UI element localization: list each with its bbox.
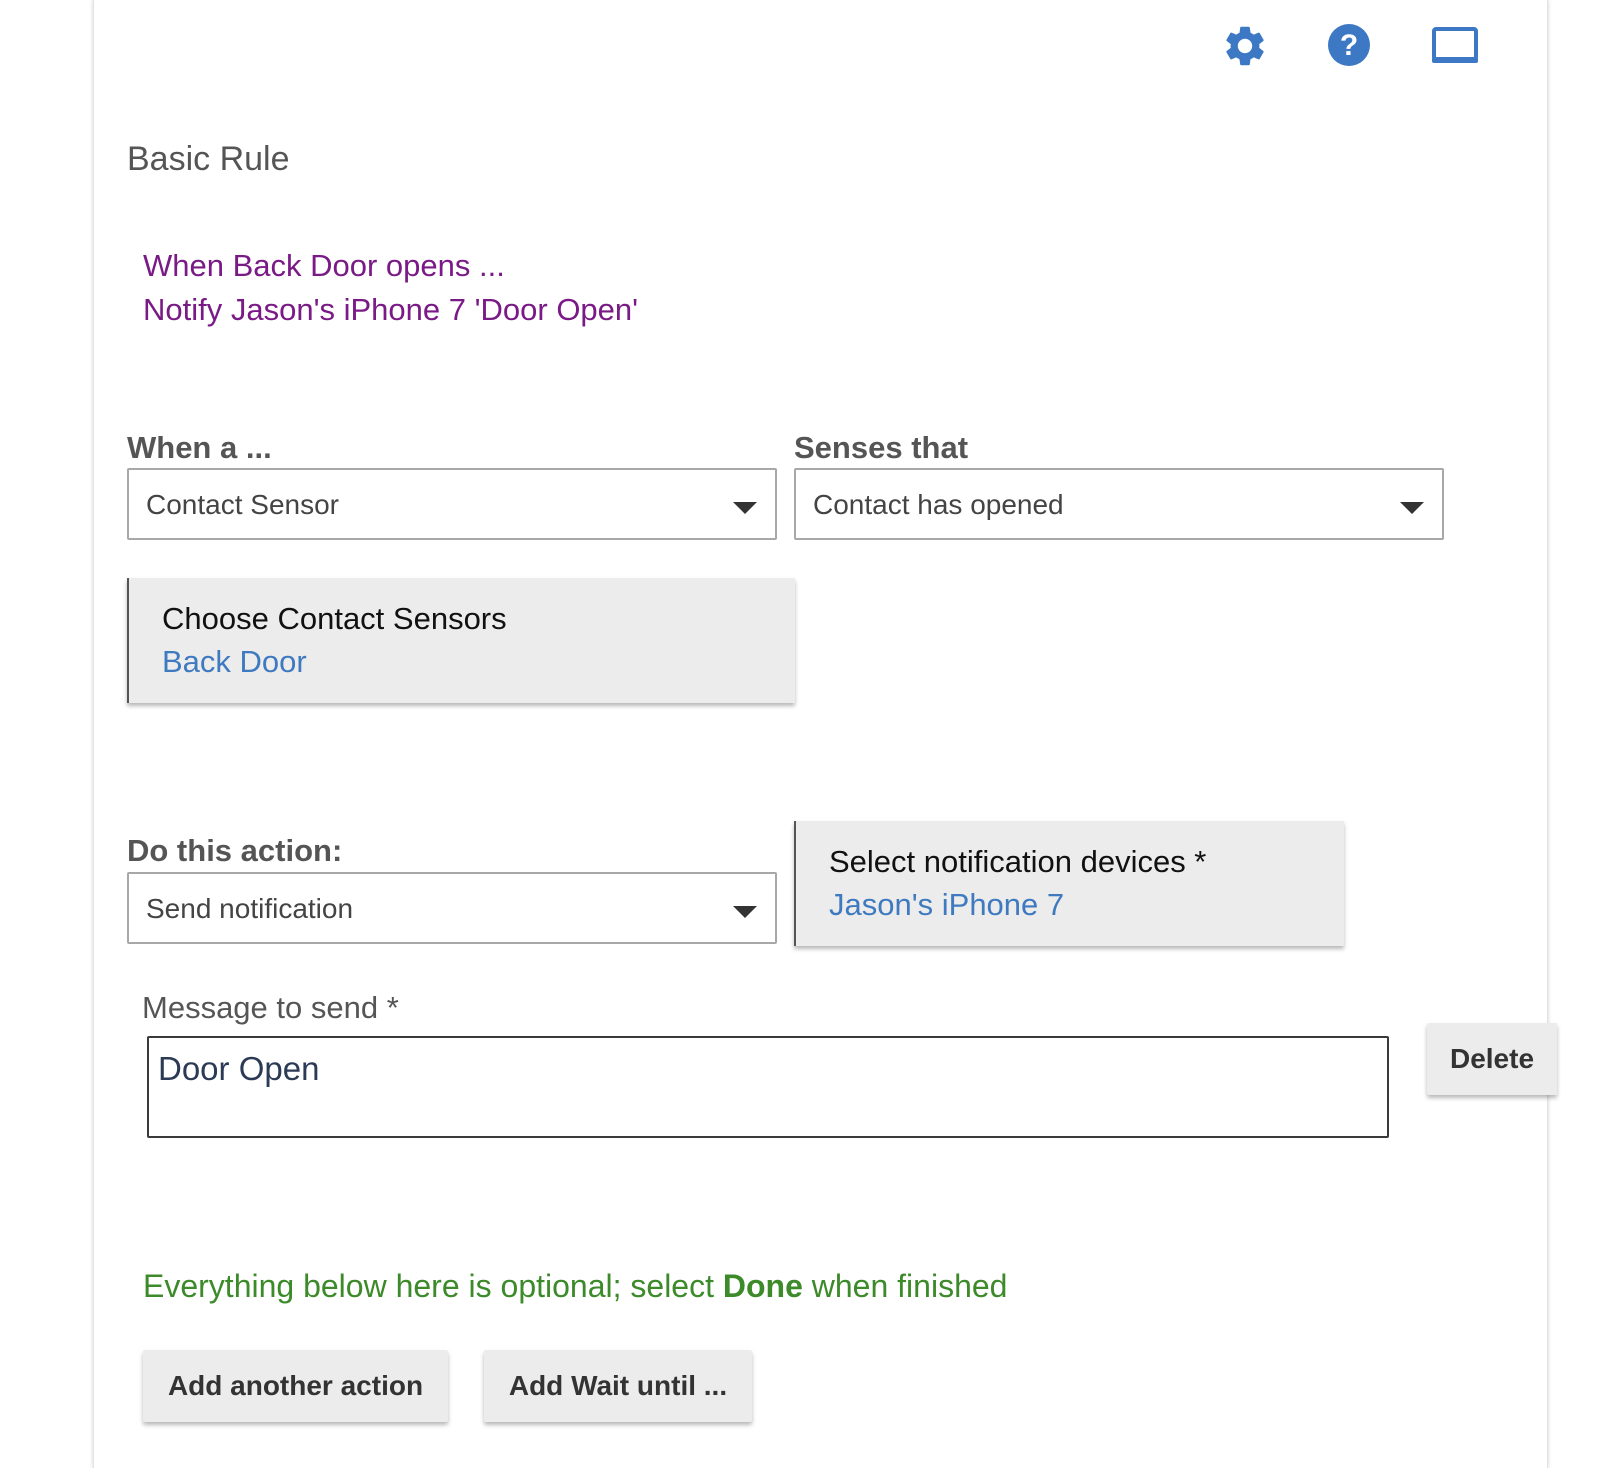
- trigger-device-value: Contact Sensor: [146, 489, 339, 520]
- chevron-down-icon: [1400, 502, 1424, 514]
- select-notification-devices-card[interactable]: Select notification devices * Jason's iP…: [794, 821, 1344, 946]
- action-value: Send notification: [146, 893, 354, 924]
- svg-text:?: ?: [1340, 29, 1358, 62]
- optional-note-suffix: when finished: [802, 1268, 1008, 1304]
- optional-note: Everything below here is optional; selec…: [143, 1268, 1007, 1305]
- summary-trigger: When Back Door opens ...: [143, 248, 505, 283]
- window-icon: [1432, 27, 1478, 63]
- rule-summary: When Back Door opens ... Notify Jason's …: [143, 244, 638, 332]
- settings-button[interactable]: [1221, 22, 1269, 70]
- trigger-senses-select[interactable]: Contact has opened: [794, 468, 1444, 540]
- chevron-down-icon: [733, 906, 757, 918]
- chevron-down-icon: [733, 502, 757, 514]
- action-select[interactable]: Send notification: [127, 872, 777, 944]
- delete-button[interactable]: Delete: [1427, 1023, 1557, 1095]
- card-title: Choose Contact Sensors: [162, 601, 507, 636]
- message-label: Message to send *: [142, 990, 399, 1025]
- message-input-value: Door Open: [158, 1050, 320, 1087]
- summary-action: Notify Jason's iPhone 7 'Door Open': [143, 292, 639, 327]
- optional-note-prefix: Everything below here is optional; selec…: [143, 1268, 723, 1304]
- card-title: Select notification devices *: [829, 844, 1207, 879]
- trigger-device-label: When a ...: [127, 430, 272, 465]
- rule-panel: ? Basic Rule When Back Door opens ... No…: [93, 0, 1557, 1468]
- choose-contact-sensors-card[interactable]: Choose Contact Sensors Back Door: [127, 578, 795, 703]
- action-label: Do this action:: [127, 833, 343, 868]
- page-title: Basic Rule: [127, 140, 290, 178]
- card-selected-value: Back Door: [162, 644, 307, 679]
- trigger-device-select[interactable]: Contact Sensor: [127, 468, 777, 540]
- help-button[interactable]: ?: [1327, 23, 1371, 67]
- window-button[interactable]: [1432, 27, 1478, 65]
- trigger-senses-value: Contact has opened: [813, 489, 1064, 520]
- card-selected-value: Jason's iPhone 7: [829, 887, 1065, 922]
- message-input[interactable]: Door Open: [147, 1036, 1389, 1138]
- gear-icon: [1226, 26, 1264, 66]
- add-another-action-button[interactable]: Add another action: [143, 1350, 448, 1422]
- add-wait-until-button[interactable]: Add Wait until ...: [484, 1350, 752, 1422]
- optional-note-done: Done: [722, 1268, 803, 1304]
- trigger-senses-label: Senses that: [794, 430, 969, 465]
- help-icon: ?: [1328, 24, 1370, 66]
